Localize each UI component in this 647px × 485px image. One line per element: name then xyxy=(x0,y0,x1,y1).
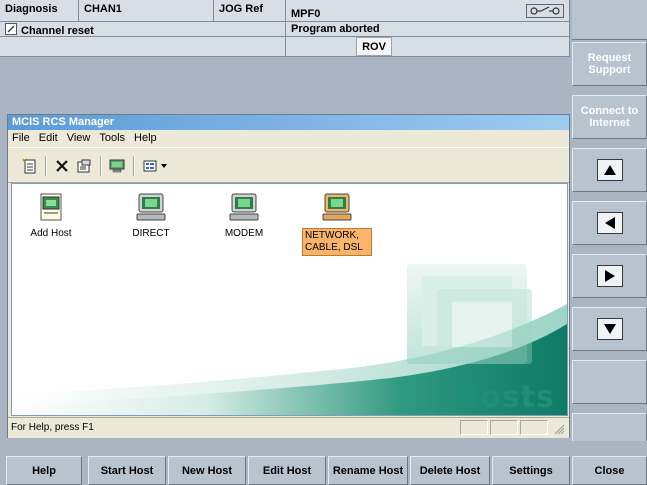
right-softkey-empty-1[interactable] xyxy=(572,360,647,404)
computer-icon xyxy=(322,193,352,221)
resize-grip-icon[interactable] xyxy=(553,423,565,435)
computer-icon xyxy=(136,193,166,221)
host-item-network[interactable]: NETWORK, CABLE, DSL xyxy=(302,192,372,256)
menu-file[interactable]: File xyxy=(8,130,35,144)
scroll-left-button[interactable] xyxy=(572,201,647,245)
status-bar: For Help, press F1 xyxy=(8,417,569,438)
status-pane xyxy=(520,420,548,435)
host-label-selected: NETWORK, CABLE, DSL xyxy=(302,228,372,256)
menu-tools[interactable]: Tools xyxy=(95,130,130,144)
connect-internet-button[interactable]: Connect to Internet xyxy=(572,95,647,139)
channel-status: Channel reset xyxy=(0,22,286,37)
menu-view[interactable]: View xyxy=(63,130,96,144)
host-item-modem[interactable]: MODEM xyxy=(219,192,269,239)
host-label: MODEM xyxy=(224,228,264,239)
menu-bar: File Edit View Tools Help xyxy=(8,130,569,147)
reset-icon xyxy=(5,23,17,35)
new-host-button[interactable]: New Host xyxy=(168,456,246,485)
add-host-icon xyxy=(40,193,62,221)
status-pane xyxy=(460,420,488,435)
delete-button[interactable] xyxy=(52,156,72,176)
scroll-down-button[interactable] xyxy=(572,307,647,351)
hosts-watermark: Hosts xyxy=(454,380,555,415)
channel-state-icon xyxy=(526,4,564,18)
monitor-icon xyxy=(109,159,125,173)
status-blank-right: ROV xyxy=(286,37,570,57)
bottom-softkey-gap xyxy=(0,441,647,456)
host-label: DIRECT xyxy=(132,228,170,239)
scroll-up-button[interactable] xyxy=(572,148,647,192)
start-host-button[interactable]: Start Host xyxy=(88,456,166,485)
status-blank-left xyxy=(0,37,286,57)
new-doc-icon xyxy=(22,158,36,174)
close-button[interactable]: Close xyxy=(572,456,647,485)
help-button[interactable]: Help xyxy=(6,456,82,485)
help-hint: For Help, press F1 xyxy=(11,422,94,433)
arrow-left-icon xyxy=(596,212,623,234)
toolbar xyxy=(8,147,569,183)
computer-icon xyxy=(229,193,259,221)
arrow-right-icon xyxy=(596,265,623,287)
host-item-direct[interactable]: DIRECT xyxy=(126,192,176,239)
host-label: Add Host xyxy=(30,228,72,239)
host-item-add[interactable]: Add Host xyxy=(26,192,76,239)
menu-help[interactable]: Help xyxy=(130,130,162,144)
rename-host-button[interactable]: Rename Host xyxy=(328,456,408,485)
delete-icon xyxy=(56,160,68,172)
delete-host-button[interactable]: Delete Host xyxy=(410,456,490,485)
view-list-icon xyxy=(143,160,157,172)
settings-button[interactable]: Settings xyxy=(492,456,570,485)
edit-host-button[interactable]: Edit Host xyxy=(248,456,326,485)
chevron-down-icon xyxy=(161,164,167,168)
program-status: Program aborted xyxy=(286,22,570,37)
mode-label: JOG Ref xyxy=(214,0,286,22)
menu-edit[interactable]: Edit xyxy=(35,130,63,144)
channel-status-text: Channel reset xyxy=(21,25,94,37)
right-softkey-blank-top xyxy=(572,0,647,40)
scroll-right-button[interactable] xyxy=(572,254,647,298)
status-area: Diagnosis CHAN1 JOG Ref MPF0 Channel res… xyxy=(0,0,570,80)
new-button[interactable] xyxy=(20,156,40,176)
arrow-down-icon xyxy=(596,318,623,340)
connect-button[interactable] xyxy=(107,156,127,176)
window-title: MCIS RCS Manager xyxy=(8,115,569,130)
rcs-manager-window: MCIS RCS Manager File Edit View Tools Help xyxy=(7,114,570,438)
arrow-up-icon xyxy=(596,159,623,181)
properties-button[interactable] xyxy=(74,156,94,176)
hosts-view: Add Host DIRECT MODEM NETWORK, CABLE, DS… xyxy=(11,183,568,416)
area-label: Diagnosis xyxy=(0,0,79,22)
override-indicator: ROV xyxy=(356,37,392,56)
channel-label: CHAN1 xyxy=(79,0,214,22)
request-support-button[interactable]: Request Support xyxy=(572,42,647,86)
properties-icon xyxy=(77,159,91,173)
view-dropdown-button[interactable] xyxy=(140,156,170,176)
status-pane xyxy=(490,420,518,435)
